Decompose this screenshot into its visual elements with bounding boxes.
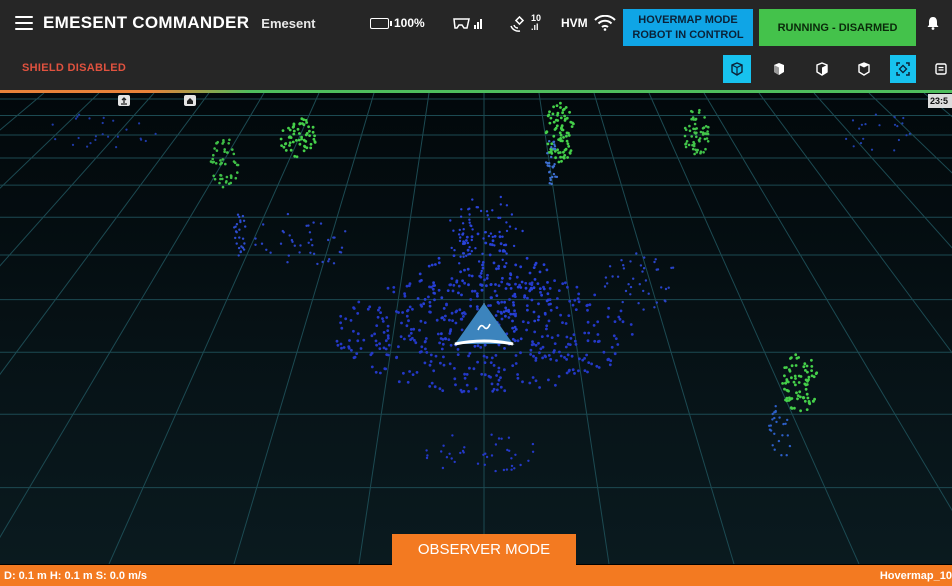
message-button[interactable] xyxy=(930,55,952,83)
side-view-button[interactable] xyxy=(808,55,836,83)
fit-view-button[interactable] xyxy=(890,55,916,83)
remote-controller-icon xyxy=(453,18,482,29)
home-icon xyxy=(187,97,193,104)
gps-status: 10 .ıl xyxy=(508,0,541,46)
remote-status xyxy=(452,0,484,46)
bottom-status-bar: D: 0.1 m H: 0.1 m S: 0.0 m/s Hovermap_10 xyxy=(0,565,952,586)
satellite-icon xyxy=(510,15,525,32)
mode-line1: HOVERMAP MODE xyxy=(638,13,738,26)
bell-icon[interactable] xyxy=(927,17,939,30)
time-readout: 23:5 xyxy=(928,94,952,108)
mode-line2: ROBOT IN CONTROL xyxy=(632,28,744,41)
app-title: EMESENT COMMANDER xyxy=(43,13,250,32)
3d-viewport[interactable] xyxy=(0,93,952,564)
battery-level: 100% xyxy=(394,16,425,30)
front-view-button[interactable] xyxy=(765,55,793,83)
back-cube-icon xyxy=(858,62,870,76)
running-status-text: RUNNING - DISARMED xyxy=(777,21,898,34)
back-view-button[interactable] xyxy=(850,55,878,83)
menu-icon[interactable] xyxy=(15,16,33,30)
hvm-label: HVM xyxy=(561,16,588,30)
message-icon xyxy=(935,63,947,75)
battery-status: 100% xyxy=(370,0,425,46)
gps-signal-icon: .ıl xyxy=(531,22,539,32)
telemetry-readout: D: 0.1 m H: 0.1 m S: 0.0 m/s xyxy=(4,570,148,582)
point-cloud-canvas[interactable] xyxy=(0,93,952,564)
shield-status: SHIELD DISABLED xyxy=(22,62,127,74)
device-name: Hovermap_10 xyxy=(879,570,952,582)
running-status-badge[interactable]: RUNNING - DISARMED xyxy=(759,9,916,46)
upload-icon xyxy=(121,96,127,105)
hvm-status: HVM xyxy=(561,0,616,46)
side-cube-icon xyxy=(816,62,828,76)
battery-icon xyxy=(370,17,392,29)
app-subtitle: Emesent xyxy=(261,15,316,31)
perspective-view-button[interactable] xyxy=(723,55,751,83)
home-marker-1[interactable] xyxy=(118,95,130,106)
wifi-icon xyxy=(593,15,616,31)
focus-target-icon xyxy=(896,62,910,76)
observer-mode-button[interactable]: OBSERVER MODE xyxy=(392,534,576,565)
hovermap-mode-badge[interactable]: HOVERMAP MODE ROBOT IN CONTROL xyxy=(623,9,753,46)
perspective-cube-icon xyxy=(731,62,743,76)
home-marker-2[interactable] xyxy=(184,95,196,106)
front-cube-icon xyxy=(774,63,784,75)
